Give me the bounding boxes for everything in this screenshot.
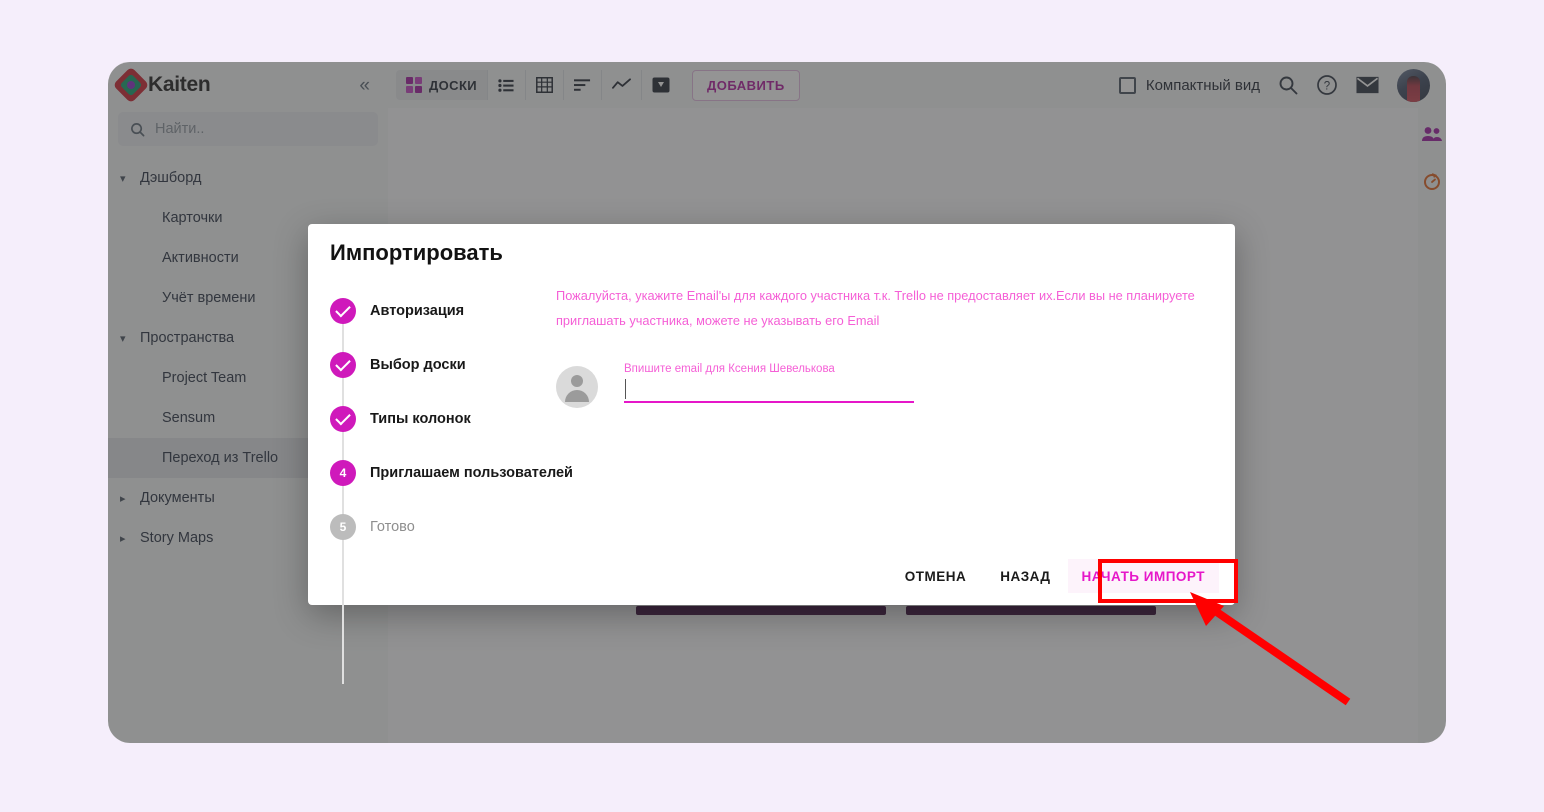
compact-view-toggle[interactable]: Компактный вид bbox=[1118, 76, 1260, 94]
sorted-view-button[interactable] bbox=[564, 70, 603, 100]
annotation-arrow-icon bbox=[1190, 592, 1351, 706]
sort-bars-icon bbox=[574, 79, 591, 91]
search-placeholder: Найти.. bbox=[155, 121, 205, 137]
search-icon[interactable] bbox=[1278, 75, 1298, 95]
email-field-label: Впишите email для Ксения Шевелькова bbox=[624, 362, 835, 375]
sidebar-group-label: Пространства bbox=[140, 330, 235, 346]
step-done[interactable]: 5 Готово bbox=[330, 512, 580, 542]
kaiten-logo-icon bbox=[112, 66, 150, 104]
page-root: Kaiten « Найти.. ▾ Дэшборд Карточки Акти… bbox=[0, 0, 1544, 812]
invite-hint-text: Пожалуйста, укажите Email'ы для каждого … bbox=[556, 288, 1195, 328]
modal-title: Импортировать bbox=[330, 240, 503, 265]
line-chart-icon bbox=[612, 78, 631, 89]
chevron-down-icon: ▾ bbox=[120, 332, 126, 345]
back-button[interactable]: НАЗАД bbox=[983, 559, 1067, 593]
invite-panel: Пожалуйста, укажите Email'ы для каждого … bbox=[556, 284, 1211, 408]
view-switcher: ДОСКИ bbox=[396, 70, 680, 100]
card-view-button[interactable] bbox=[642, 70, 680, 100]
person-avatar-icon bbox=[556, 365, 598, 408]
step-board-selection[interactable]: Выбор доски bbox=[330, 350, 580, 380]
chevron-down-icon: ▾ bbox=[120, 172, 126, 185]
sidebar-group-label: Story Maps bbox=[140, 530, 214, 546]
sidebar-item-label: Активности bbox=[162, 250, 239, 266]
text-caret bbox=[625, 379, 626, 400]
brand-header: Kaiten « bbox=[108, 62, 388, 108]
help-circle-icon[interactable]: ? bbox=[1316, 74, 1338, 96]
search-icon bbox=[131, 122, 145, 136]
email-field-wrapper: Впишите email для Ксения Шевелькова bbox=[624, 362, 914, 404]
step-status-check-icon bbox=[330, 352, 356, 378]
step-number-badge: 4 bbox=[330, 460, 356, 486]
import-stepper: Авторизация Выбор доски Типы колонок 4 П… bbox=[330, 296, 580, 684]
right-rail bbox=[1418, 108, 1446, 743]
step-status-check-icon bbox=[330, 298, 356, 324]
brand-name: Kaiten bbox=[148, 73, 211, 96]
import-modal: Импортировать Авторизация Выбор доски Ти… bbox=[308, 224, 1235, 684]
sidebar-item-label: Карточки bbox=[162, 210, 223, 226]
step-label: Приглашаем пользователей bbox=[370, 465, 573, 481]
board-column-bar bbox=[906, 606, 1156, 615]
step-number-badge: 5 bbox=[330, 514, 356, 540]
boards-view-button[interactable]: ДОСКИ bbox=[396, 70, 489, 100]
sidebar-item-label: Project Team bbox=[162, 370, 247, 386]
chart-view-button[interactable] bbox=[602, 70, 643, 100]
chevron-right-icon: ▸ bbox=[120, 532, 126, 545]
step-authorization[interactable]: Авторизация bbox=[330, 296, 580, 326]
list-icon bbox=[498, 78, 514, 92]
step-column-types[interactable]: Типы колонок bbox=[330, 404, 580, 434]
sidebar-item-label: Переход из Trello bbox=[162, 450, 279, 466]
step-label: Готово bbox=[370, 519, 415, 535]
step-status-check-icon bbox=[330, 406, 356, 432]
people-icon[interactable] bbox=[1421, 126, 1443, 147]
participant-row: Впишите email для Ксения Шевелькова bbox=[556, 362, 1211, 408]
mail-icon[interactable] bbox=[1356, 76, 1379, 94]
list-view-button[interactable] bbox=[488, 70, 527, 100]
board-column-bar bbox=[636, 606, 886, 615]
toolbar-right-group: Компактный вид ? bbox=[1118, 68, 1436, 102]
sidebar-item-label: Sensum bbox=[162, 410, 216, 426]
filled-card-icon bbox=[652, 77, 670, 93]
sidebar-group-label: Дэшборд bbox=[140, 170, 202, 186]
step-label: Авторизация bbox=[370, 303, 465, 319]
step-label: Типы колонок bbox=[370, 411, 471, 427]
table-view-button[interactable] bbox=[526, 70, 565, 100]
chevron-right-icon: ▸ bbox=[120, 492, 126, 505]
add-button[interactable]: ДОБАВИТЬ bbox=[692, 69, 800, 101]
sidebar-item-label: Учёт времени bbox=[162, 290, 256, 306]
step-invite-users[interactable]: 4 Приглашаем пользователей bbox=[330, 458, 580, 488]
sidebar-group-dashboard[interactable]: ▾ Дэшборд bbox=[108, 158, 388, 198]
compact-view-label: Компактный вид bbox=[1145, 76, 1260, 94]
svg-text:?: ? bbox=[1324, 81, 1330, 93]
timer-icon[interactable] bbox=[1422, 171, 1442, 196]
boards-view-label: ДОСКИ bbox=[429, 77, 478, 93]
top-toolbar: ДОСКИ ДОБАВИТЬ Компактный вид ? bbox=[388, 62, 1446, 108]
sidebar-group-label: Документы bbox=[140, 490, 215, 506]
step-label: Выбор доски bbox=[370, 357, 466, 373]
grid-table-icon bbox=[536, 77, 554, 93]
checkbox-icon[interactable] bbox=[1118, 76, 1136, 94]
cancel-button[interactable]: ОТМЕНА bbox=[888, 559, 984, 593]
avatar[interactable] bbox=[1397, 68, 1430, 102]
chevrons-left-icon[interactable]: « bbox=[353, 72, 376, 99]
email-input[interactable] bbox=[624, 379, 914, 404]
sidebar-search[interactable]: Найти.. bbox=[118, 112, 378, 146]
four-squares-icon bbox=[406, 77, 422, 93]
